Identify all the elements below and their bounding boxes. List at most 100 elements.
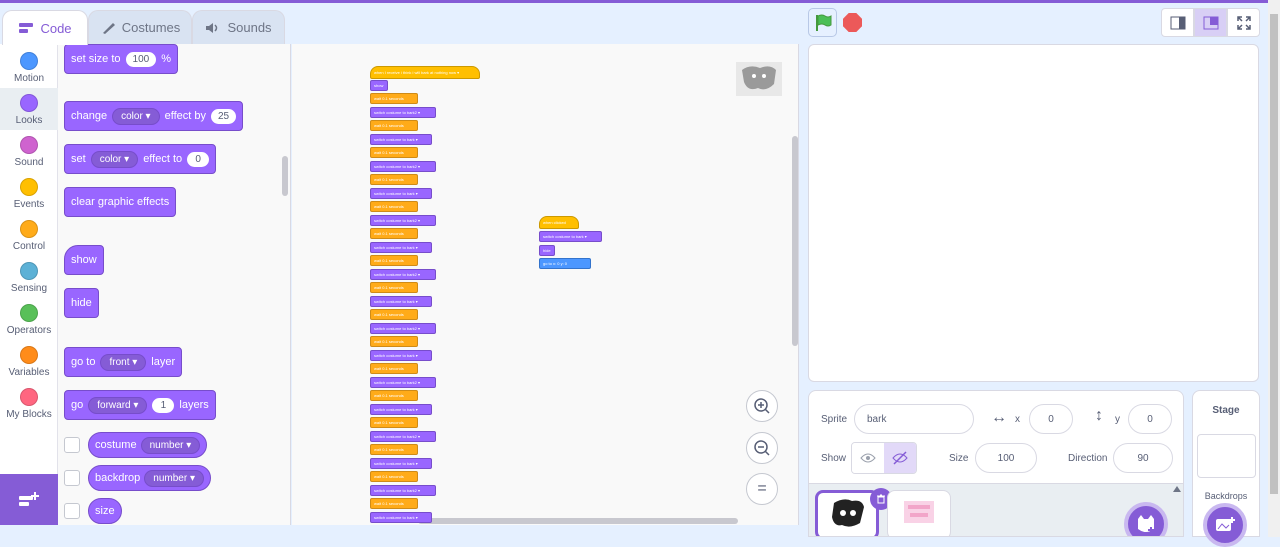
- category-events[interactable]: Events: [0, 172, 58, 214]
- choose-sprite-button[interactable]: [1124, 502, 1168, 536]
- script-block-wait[interactable]: wait 0.1 seconds: [370, 174, 418, 185]
- script-block-switch-costume[interactable]: switch costume to bark ▾: [370, 511, 432, 523]
- script-block-switch-costume[interactable]: switch costume to bark2 ▾: [370, 106, 436, 118]
- choose-backdrop-button[interactable]: [1203, 503, 1247, 547]
- fullscreen-button[interactable]: [1227, 8, 1260, 37]
- script-block-switch-costume[interactable]: switch costume to bark2 ▾: [370, 484, 436, 496]
- script-block-wait[interactable]: wait 0.1 seconds: [370, 93, 418, 104]
- category-operators[interactable]: Operators: [0, 298, 58, 340]
- stage-thumbnail[interactable]: [1197, 434, 1256, 478]
- tab-code[interactable]: Code: [2, 10, 88, 45]
- page-scrollbar[interactable]: [1268, 0, 1280, 537]
- script-hat-when-i-receive[interactable]: when I receive i think i will bark at no…: [370, 66, 480, 79]
- script-block-switch-costume[interactable]: switch costume to bark ▾: [370, 457, 432, 469]
- block-hide[interactable]: hide: [64, 288, 99, 318]
- script-block-wait[interactable]: wait 0.1 seconds: [370, 255, 418, 266]
- block-set-effect[interactable]: set color effect to 0: [64, 144, 217, 174]
- stop-button[interactable]: [843, 13, 862, 32]
- script-block-switch-costume[interactable]: switch costume to bark2 ▾: [370, 376, 436, 388]
- script-block-switch-costume[interactable]: switch costume to bark ▾: [370, 295, 432, 307]
- script-block-wait[interactable]: wait 0.1 seconds: [370, 282, 418, 293]
- script-block-wait[interactable]: wait 0.1 seconds: [370, 309, 418, 320]
- script-block-switch-costume[interactable]: switch costume to bark2 ▾: [370, 322, 436, 334]
- direction-dropdown[interactable]: forward: [88, 396, 148, 414]
- script-block-wait[interactable]: wait 0.1 seconds: [370, 336, 418, 347]
- script-block-switch-costume[interactable]: switch costume to bark2 ▾: [370, 430, 436, 442]
- backdrop-number-dropdown[interactable]: number: [144, 469, 204, 487]
- add-extension-button[interactable]: [0, 474, 58, 525]
- script-block-wait[interactable]: wait 0.1 seconds: [370, 201, 418, 212]
- script-block-switch-costume[interactable]: switch costume to bark ▾: [370, 403, 432, 415]
- backdrop-monitor-checkbox[interactable]: [64, 470, 80, 486]
- script-block-wait[interactable]: wait 0.1 seconds: [370, 228, 418, 239]
- size-input[interactable]: 100: [975, 443, 1037, 473]
- script-block-switch-costume[interactable]: switch costume to bark ▾: [370, 349, 432, 361]
- y-input[interactable]: 0: [1128, 404, 1172, 434]
- sprite-name-input[interactable]: bark: [854, 404, 974, 434]
- zoom-reset-button[interactable]: =: [746, 473, 778, 505]
- category-sensing[interactable]: Sensing: [0, 256, 58, 298]
- costume-number-dropdown[interactable]: number: [140, 436, 201, 454]
- palette-scrollbar[interactable]: [282, 156, 288, 196]
- layers-input[interactable]: 1: [152, 397, 175, 413]
- flag-script-go-to-xy[interactable]: go to x: 0 y: 0: [539, 258, 591, 269]
- script-block-wait[interactable]: wait 0.1 seconds: [370, 363, 418, 374]
- stage-canvas[interactable]: [808, 44, 1259, 382]
- script-block-switch-costume[interactable]: switch costume to bark2 ▾: [370, 160, 436, 172]
- reporter-size[interactable]: size: [88, 498, 122, 524]
- script-block-show[interactable]: show: [370, 80, 388, 91]
- script-block-switch-costume[interactable]: switch costume to bark2 ▾: [370, 268, 436, 280]
- script-block-switch-costume[interactable]: switch costume to bark ▾: [370, 241, 432, 253]
- block-go-to-layer[interactable]: go to front layer: [64, 347, 183, 377]
- effect-amount-input[interactable]: 25: [210, 108, 237, 124]
- script-block-wait[interactable]: wait 0.1 seconds: [370, 498, 418, 509]
- tab-sounds[interactable]: Sounds: [192, 10, 285, 44]
- size-input[interactable]: 100: [125, 51, 157, 67]
- script-block-wait[interactable]: wait 0.1 seconds: [370, 471, 418, 482]
- zoom-in-button[interactable]: [746, 390, 778, 422]
- block-set-size[interactable]: set size to 100 %: [64, 44, 178, 74]
- effect-dropdown[interactable]: color: [90, 150, 139, 168]
- script-block-wait[interactable]: wait 0.1 seconds: [370, 120, 418, 131]
- script-block-wait[interactable]: wait 0.1 seconds: [370, 390, 418, 401]
- layer-dropdown[interactable]: front: [100, 353, 147, 371]
- reporter-costume[interactable]: costume number: [88, 432, 208, 458]
- green-flag-button[interactable]: [808, 8, 837, 37]
- block-change-effect[interactable]: change color effect by 25: [64, 101, 244, 131]
- stage-selector-panel[interactable]: Stage Backdrops: [1192, 390, 1260, 547]
- direction-input[interactable]: 90: [1113, 443, 1173, 473]
- block-clear-graphic-effects[interactable]: clear graphic effects: [64, 187, 177, 217]
- x-input[interactable]: 0: [1029, 404, 1073, 434]
- script-horizontal-scrollbar[interactable]: [418, 518, 738, 524]
- size-monitor-checkbox[interactable]: [64, 503, 80, 519]
- script-vertical-scrollbar[interactable]: [792, 136, 798, 346]
- small-stage-button[interactable]: [1161, 8, 1194, 37]
- category-variables[interactable]: Variables: [0, 340, 58, 382]
- sprite-tile-bark[interactable]: [815, 488, 892, 536]
- script-block-wait[interactable]: wait 0.1 seconds: [370, 417, 418, 428]
- show-visible-button[interactable]: [852, 443, 884, 473]
- flag-script-hat[interactable]: when clicked: [539, 216, 579, 229]
- script-block-switch-costume[interactable]: switch costume to bark2 ▾: [370, 214, 436, 226]
- category-sound[interactable]: Sound: [0, 130, 58, 172]
- script-block-switch-costume[interactable]: switch costume to bark ▾: [370, 187, 432, 199]
- category-my-blocks[interactable]: My Blocks: [0, 382, 58, 424]
- tab-costumes[interactable]: Costumes: [88, 10, 192, 44]
- effect-value-input[interactable]: 0: [187, 151, 210, 167]
- normal-stage-button[interactable]: [1194, 8, 1227, 37]
- sprite-tile-2[interactable]: [887, 490, 951, 536]
- costume-monitor-checkbox[interactable]: [64, 437, 80, 453]
- reporter-backdrop[interactable]: backdrop number: [88, 465, 211, 491]
- block-go-layers[interactable]: go forward 1 layers: [64, 390, 216, 420]
- zoom-out-button[interactable]: [746, 432, 778, 464]
- flag-script-hide[interactable]: hide: [539, 245, 555, 256]
- show-hidden-button[interactable]: [884, 443, 916, 473]
- category-motion[interactable]: Motion: [0, 46, 58, 88]
- category-looks[interactable]: Looks: [0, 88, 58, 130]
- script-block-switch-costume[interactable]: switch costume to bark ▾: [370, 133, 432, 145]
- block-show[interactable]: show: [64, 245, 104, 275]
- script-block-wait[interactable]: wait 0.1 seconds: [370, 444, 418, 455]
- page-scrollbar-thumb[interactable]: [1270, 14, 1278, 494]
- sprite-list-scrollbar[interactable]: [1173, 484, 1181, 492]
- category-control[interactable]: Control: [0, 214, 58, 256]
